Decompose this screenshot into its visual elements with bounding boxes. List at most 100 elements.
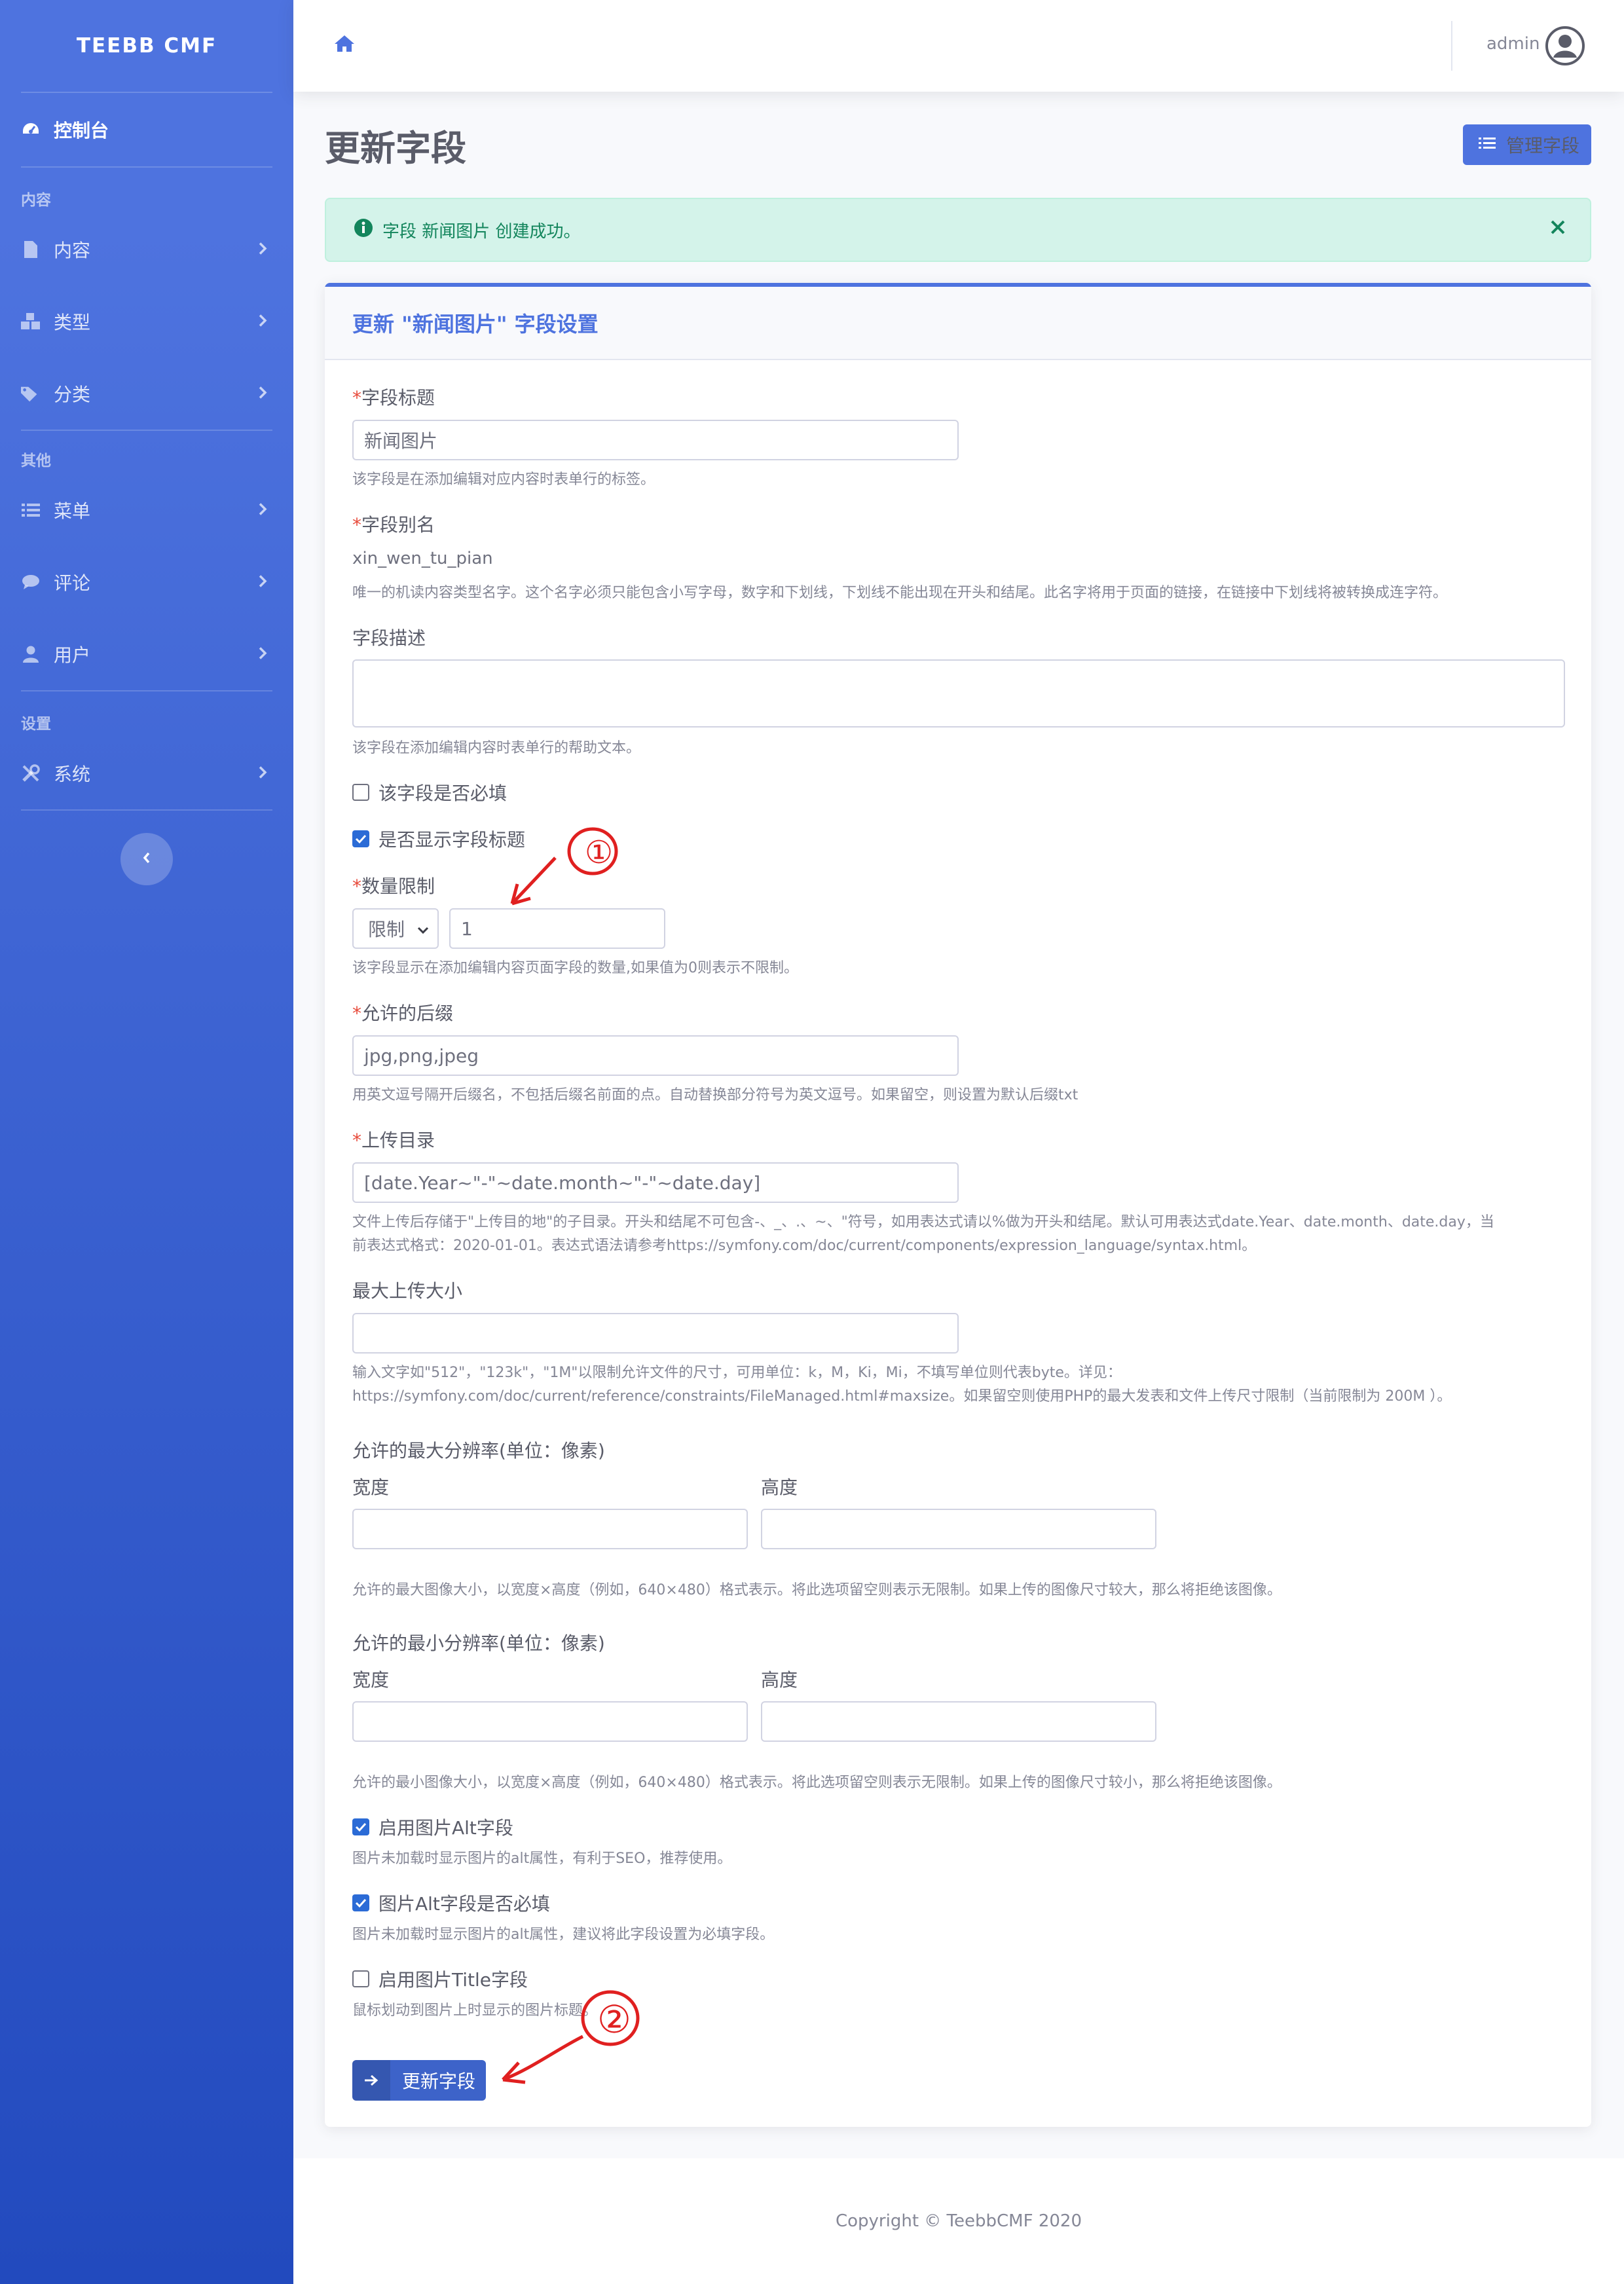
- max-width-input[interactable]: [352, 1509, 748, 1549]
- title-help: 鼠标划动到图片上时显示的图片标题。: [352, 2002, 598, 2019]
- max-resolution-label: 允许的最大分辨率(单位：像素): [352, 1440, 605, 1462]
- limit-select[interactable]: 限制: [352, 908, 439, 949]
- sidebar-item-label: 控制台: [54, 120, 109, 141]
- page-title: 更新字段: [325, 128, 466, 169]
- max-height-label: 高度: [761, 1477, 798, 1498]
- alt-required-checkbox-row[interactable]: 图片Alt字段是否必填: [352, 1890, 550, 1916]
- manage-fields-button[interactable]: 管理字段: [1463, 124, 1591, 165]
- max-size-help: 输入文字如"512"，"123k"，"1M"以限制允许文件的尺寸，可用单位：k，…: [352, 1365, 1122, 1381]
- required-mark: *: [352, 387, 361, 409]
- max-resolution-help: 允许的最大图像大小，以宽度×高度（例如，640×480）格式表示。将此选项留空则…: [352, 1582, 1282, 1598]
- sidebar-item-system[interactable]: 系统: [0, 737, 293, 809]
- show-title-checkbox[interactable]: [352, 830, 369, 847]
- chevron-right-icon: [258, 500, 267, 521]
- alt-checkbox-row[interactable]: 启用图片Alt字段: [352, 1814, 513, 1840]
- alt-required-help: 图片未加载时显示图片的alt属性，建议将此字段设置为必填字段。: [352, 1926, 775, 1943]
- max-height-input[interactable]: [761, 1509, 1156, 1549]
- sidebar: TEEBB CMF 控制台 内容 内容 类型 分类 其他 菜单 评论 用户 设置…: [0, 0, 293, 2284]
- tags-icon: [21, 384, 41, 403]
- upload-dir-help: 文件上传后存储于"上传目的地"的子目录。开头和结尾不可包含-、_、.、~、"符号…: [352, 1214, 1494, 1230]
- sidebar-item-label: 类型: [54, 312, 91, 333]
- chevron-down-icon: [416, 918, 430, 940]
- update-field-label: 更新字段: [402, 2071, 476, 2092]
- sidebar-item-label: 用户: [54, 644, 91, 666]
- description-textarea[interactable]: [352, 659, 1565, 728]
- max-size-help: https://symfony.com/doc/current/referenc…: [352, 1388, 1452, 1405]
- alt-help: 图片未加载时显示图片的alt属性，有利于SEO，推荐使用。: [352, 1851, 732, 1867]
- label-text: 字段标题: [361, 387, 435, 409]
- field-title-help: 该字段是在添加编辑对应内容时表单行的标签。: [352, 471, 655, 488]
- avatar[interactable]: [1545, 26, 1585, 68]
- user-name[interactable]: admin: [1486, 34, 1540, 54]
- checkbox-label: 启用图片Alt字段: [378, 1817, 513, 1839]
- chevron-left-icon: [142, 851, 151, 867]
- upload-dir-label: *上传目录: [352, 1126, 435, 1152]
- success-alert: 字段 新闻图片 创建成功。: [325, 198, 1591, 262]
- update-field-button[interactable]: 更新字段: [352, 2060, 486, 2101]
- list-icon: [21, 500, 41, 520]
- min-width-label: 宽度: [352, 1669, 390, 1691]
- topbar-divider: [1451, 21, 1452, 71]
- sidebar-item-dashboard[interactable]: 控制台: [0, 93, 293, 166]
- alias-label: *字段别名: [352, 511, 435, 537]
- sidebar-item-comments[interactable]: 评论: [0, 546, 293, 618]
- suffix-input[interactable]: jpg,png,jpeg: [352, 1035, 959, 1076]
- manage-fields-label: 管理字段: [1506, 135, 1580, 157]
- label-text: 数量限制: [361, 875, 435, 897]
- tachometer-icon: [21, 120, 41, 139]
- alias-help: 唯一的机读内容类型名字。这个名字必须只能包含小写字母，数字和下划线，下划线不能出…: [352, 585, 1448, 601]
- checkbox-label: 启用图片Title字段: [378, 1969, 528, 1991]
- sidebar-item-content[interactable]: 内容: [0, 213, 293, 286]
- checkbox-label: 该字段是否必填: [378, 783, 507, 804]
- limit-help: 该字段显示在添加编辑内容页面字段的数量,如果值为0则表示不限制。: [352, 960, 798, 976]
- required-checkbox-row[interactable]: 该字段是否必填: [352, 779, 507, 805]
- title-checkbox-row[interactable]: 启用图片Title字段: [352, 1966, 528, 1992]
- alert-text: 字段 新闻图片 创建成功。: [382, 221, 581, 242]
- footer: Copyright © TeebbCMF 2020: [293, 2158, 1624, 2284]
- alt-required-checkbox[interactable]: [352, 1894, 369, 1911]
- sidebar-item-types[interactable]: 类型: [0, 286, 293, 358]
- sidebar-item-label: 系统: [54, 764, 91, 785]
- limit-label: *数量限制: [352, 872, 435, 898]
- sidebar-heading: 设置: [21, 716, 51, 733]
- comment-icon: [21, 572, 41, 592]
- alias-value: xin_wen_tu_pian: [352, 549, 493, 568]
- sidebar-item-menu[interactable]: 菜单: [0, 474, 293, 546]
- description-help: 该字段在添加编辑内容时表单行的帮助文本。: [352, 740, 641, 756]
- sidebar-item-taxonomy[interactable]: 分类: [0, 358, 293, 430]
- sidebar-heading: 内容: [21, 192, 51, 209]
- max-width-label: 宽度: [352, 1477, 390, 1498]
- upload-dir-input[interactable]: [date.Year~"-"~date.month~"-"~date.day]: [352, 1162, 959, 1203]
- sidebar-divider: [21, 809, 272, 811]
- sidebar-toggle-button[interactable]: [120, 833, 173, 885]
- max-size-label: 最大上传大小: [352, 1280, 463, 1302]
- sidebar-item-label: 评论: [54, 572, 91, 594]
- home-icon[interactable]: [334, 34, 355, 55]
- sidebar-item-users[interactable]: 用户: [0, 618, 293, 690]
- alt-checkbox[interactable]: [352, 1818, 369, 1835]
- show-title-checkbox-row[interactable]: 是否显示字段标题: [352, 826, 525, 852]
- required-mark: *: [352, 1130, 361, 1151]
- field-title-input[interactable]: 新闻图片: [352, 420, 959, 460]
- tools-icon: [21, 764, 41, 783]
- checkbox-label: 图片Alt字段是否必填: [378, 1893, 550, 1915]
- required-checkbox[interactable]: [352, 784, 369, 801]
- checkbox-label: 是否显示字段标题: [378, 829, 526, 851]
- arrow-right-icon: [352, 2060, 390, 2101]
- card-title: 更新 "新闻图片" 字段设置: [325, 287, 1591, 360]
- file-icon: [21, 240, 41, 259]
- min-width-input[interactable]: [352, 1701, 748, 1742]
- brand-logo[interactable]: TEEBB CMF: [0, 0, 293, 92]
- min-height-label: 高度: [761, 1669, 798, 1691]
- upload-dir-help: 前表达式格式：2020-01-01。表达式语法请参考https://symfon…: [352, 1238, 1257, 1254]
- sidebar-item-label: 菜单: [54, 500, 91, 522]
- close-icon[interactable]: [1549, 219, 1566, 240]
- info-circle-icon: [354, 218, 373, 242]
- min-resolution-help: 允许的最小图像大小，以宽度×高度（例如，640×480）格式表示。将此选项留空则…: [352, 1775, 1282, 1791]
- title-checkbox[interactable]: [352, 1970, 369, 1987]
- field-title-label: *字段标题: [352, 384, 435, 410]
- max-size-input[interactable]: [352, 1313, 959, 1354]
- limit-number-input[interactable]: 1: [449, 908, 665, 949]
- min-height-input[interactable]: [761, 1701, 1156, 1742]
- required-mark: *: [352, 875, 361, 897]
